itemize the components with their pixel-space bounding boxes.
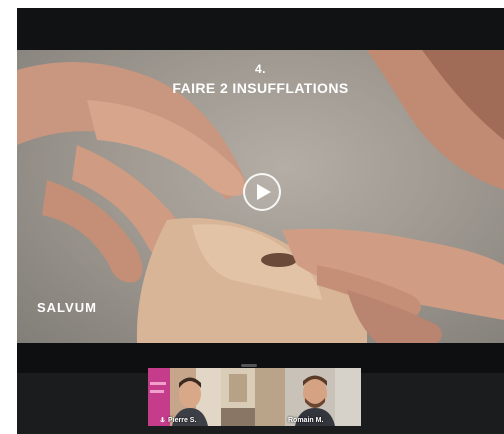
participant-name: Pierre S. — [168, 417, 197, 424]
participant-name: Romain M. — [288, 417, 324, 424]
play-button[interactable] — [243, 173, 281, 211]
microphone-icon — [160, 417, 165, 423]
participant-video — [221, 368, 255, 426]
participant-tile-pierre[interactable]: Pierre S. — [148, 368, 221, 426]
participant-tile-self[interactable] — [221, 368, 255, 426]
salvum-logo: SALVUM — [37, 300, 97, 315]
shared-video[interactable]: 4. FAIRE 2 INSUFFLATIONS SALVUM — [17, 50, 504, 343]
play-icon — [257, 184, 271, 200]
video-title: FAIRE 2 INSUFFLATIONS — [172, 80, 349, 96]
top-bar — [17, 8, 504, 50]
strip-resize-handle[interactable] — [241, 364, 257, 367]
participant-tile-romain[interactable]: Romain M. — [255, 368, 361, 426]
step-number: 4. — [254, 62, 266, 76]
